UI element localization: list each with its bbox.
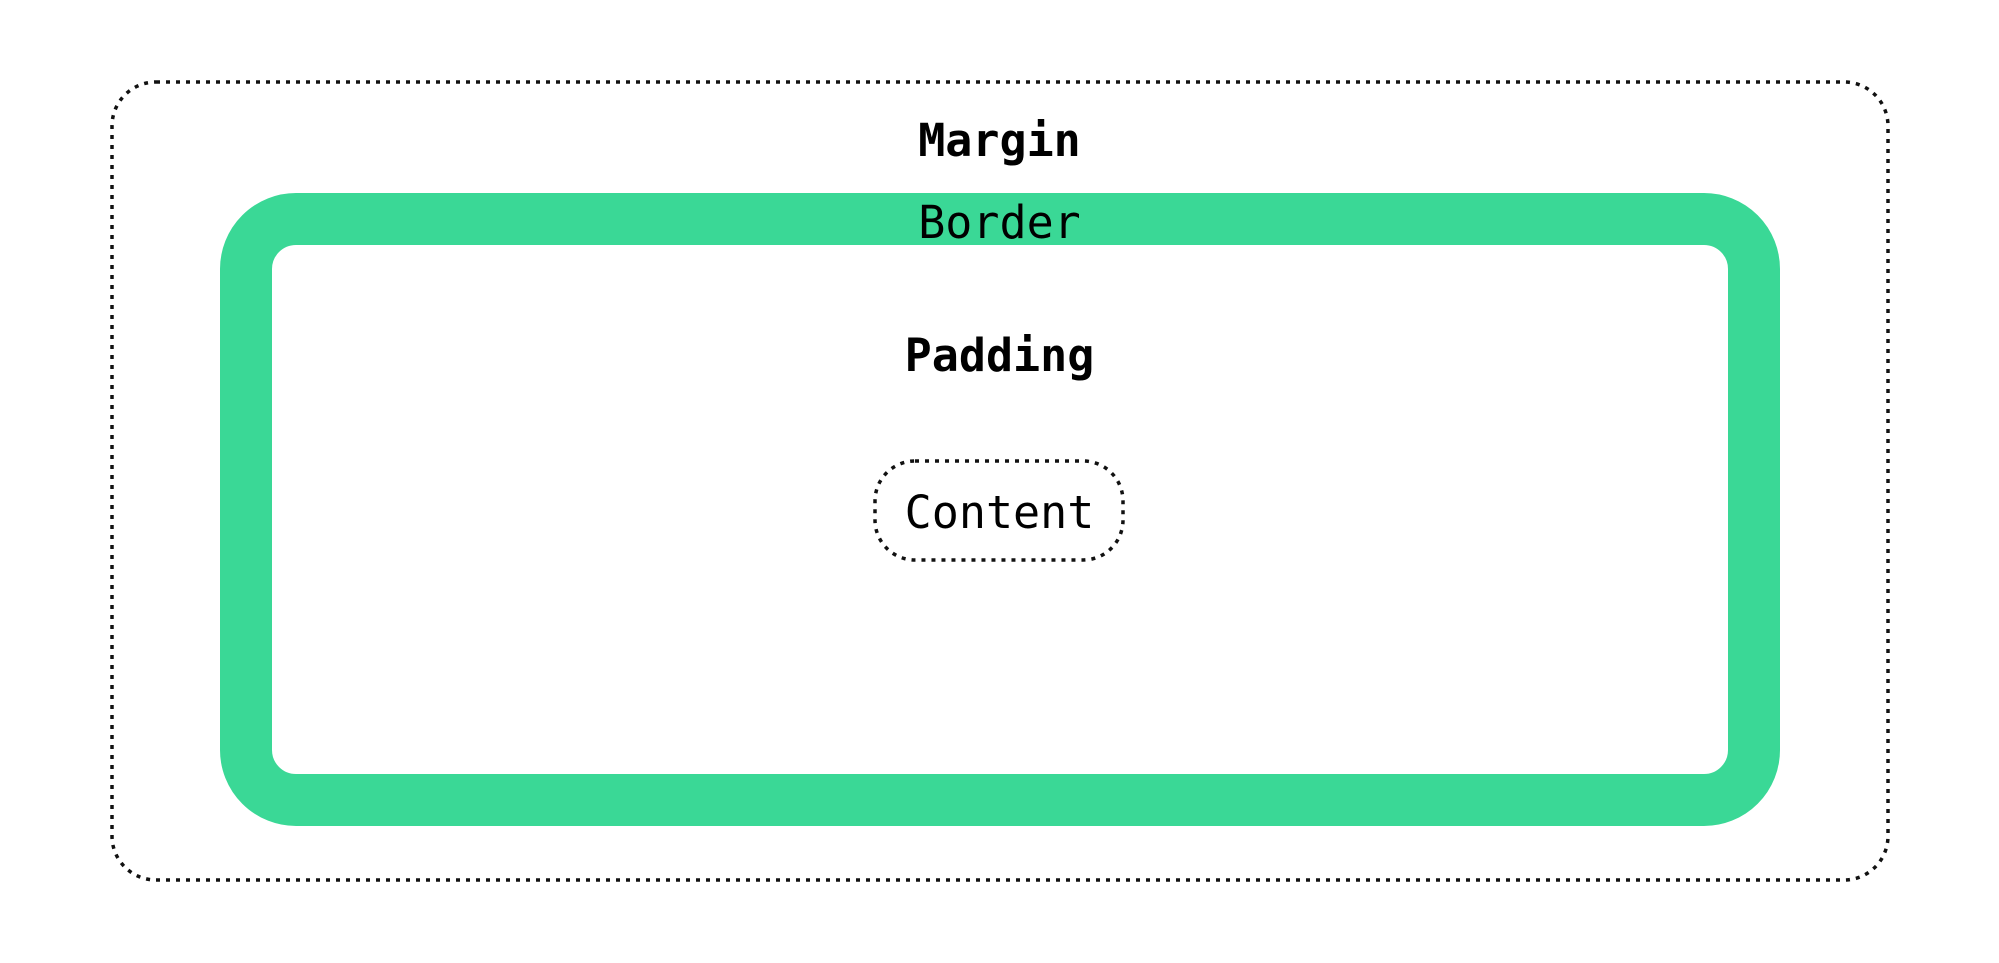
padding-label: Padding <box>904 329 1095 382</box>
margin-label: Margin <box>918 114 1081 167</box>
content-label: Content <box>904 486 1095 539</box>
border-label: Border <box>918 196 1081 249</box>
